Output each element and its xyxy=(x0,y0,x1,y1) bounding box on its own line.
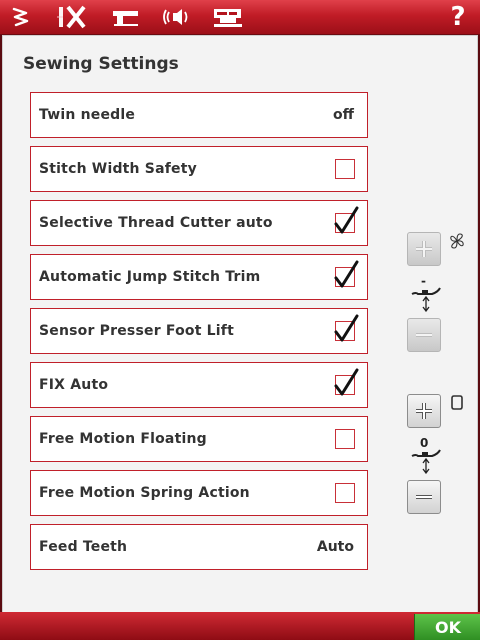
plus-icon xyxy=(416,241,432,257)
setting-row-selective-thread-cutter[interactable]: Selective Thread Cutter auto xyxy=(30,200,368,246)
stitch-menu-icon[interactable] xyxy=(4,0,38,34)
setting-label: Sensor Presser Foot Lift xyxy=(39,323,234,339)
setting-row-automatic-jump-stitch-trim[interactable]: Automatic Jump Stitch Trim xyxy=(30,254,368,300)
sewing-machine-settings-icon[interactable] xyxy=(106,0,146,34)
ok-button[interactable]: OK xyxy=(414,614,480,640)
floating-decrease-button[interactable] xyxy=(407,318,441,352)
spring-increase-button[interactable] xyxy=(407,394,441,428)
setting-label: Free Motion Floating xyxy=(39,431,207,447)
plus-icon xyxy=(416,403,432,419)
machine-info-icon[interactable] xyxy=(208,0,248,34)
top-toolbar: ? xyxy=(0,0,480,35)
setting-row-free-motion-spring-action[interactable]: Free Motion Spring Action xyxy=(30,470,368,516)
setting-label: Twin needle xyxy=(39,107,136,123)
checkbox[interactable] xyxy=(335,483,355,503)
help-icon[interactable]: ? xyxy=(440,0,476,34)
checkbox[interactable] xyxy=(335,159,355,179)
checkbox[interactable] xyxy=(334,260,359,288)
presser-foot-height-icon xyxy=(411,449,441,474)
setting-row-twin-needle[interactable]: Twin needle off xyxy=(30,92,368,138)
checkmark-icon xyxy=(334,314,359,342)
checkmark-icon xyxy=(334,368,359,396)
checkbox[interactable] xyxy=(334,368,359,396)
floating-increase-button[interactable] xyxy=(407,232,441,266)
setting-row-feed-teeth[interactable]: Feed Teeth Auto xyxy=(30,524,368,570)
minus-icon xyxy=(416,495,432,499)
fix-icon[interactable] xyxy=(52,0,92,34)
setting-label: FIX Auto xyxy=(39,377,109,393)
presser-foot-height-icon xyxy=(411,287,441,312)
setting-label: Automatic Jump Stitch Trim xyxy=(39,269,261,285)
spring-decrease-button[interactable] xyxy=(407,480,441,514)
bottom-bar xyxy=(0,612,480,640)
setting-value[interactable]: off xyxy=(333,93,354,137)
checkmark-icon xyxy=(334,260,359,288)
checkbox[interactable] xyxy=(334,314,359,342)
floating-foot-icon xyxy=(450,233,464,249)
setting-label: Stitch Width Safety xyxy=(39,161,197,177)
spring-foot-icon xyxy=(451,395,463,410)
setting-value[interactable]: Auto xyxy=(317,525,354,569)
setting-row-free-motion-floating[interactable]: Free Motion Floating xyxy=(30,416,368,462)
setting-row-fix-auto[interactable]: FIX Auto xyxy=(30,362,368,408)
checkbox[interactable] xyxy=(334,206,359,234)
sound-settings-icon[interactable] xyxy=(156,0,196,34)
setting-label: Feed Teeth xyxy=(39,539,128,555)
setting-label: Selective Thread Cutter auto xyxy=(39,215,273,231)
minus-icon xyxy=(416,333,432,337)
page-title: Sewing Settings xyxy=(23,54,179,74)
checkbox[interactable] xyxy=(335,429,355,449)
checkmark-icon xyxy=(334,206,359,234)
setting-row-sensor-presser-foot-lift[interactable]: Sensor Presser Foot Lift xyxy=(30,308,368,354)
setting-label: Free Motion Spring Action xyxy=(39,485,250,501)
setting-row-stitch-width-safety[interactable]: Stitch Width Safety xyxy=(30,146,368,192)
